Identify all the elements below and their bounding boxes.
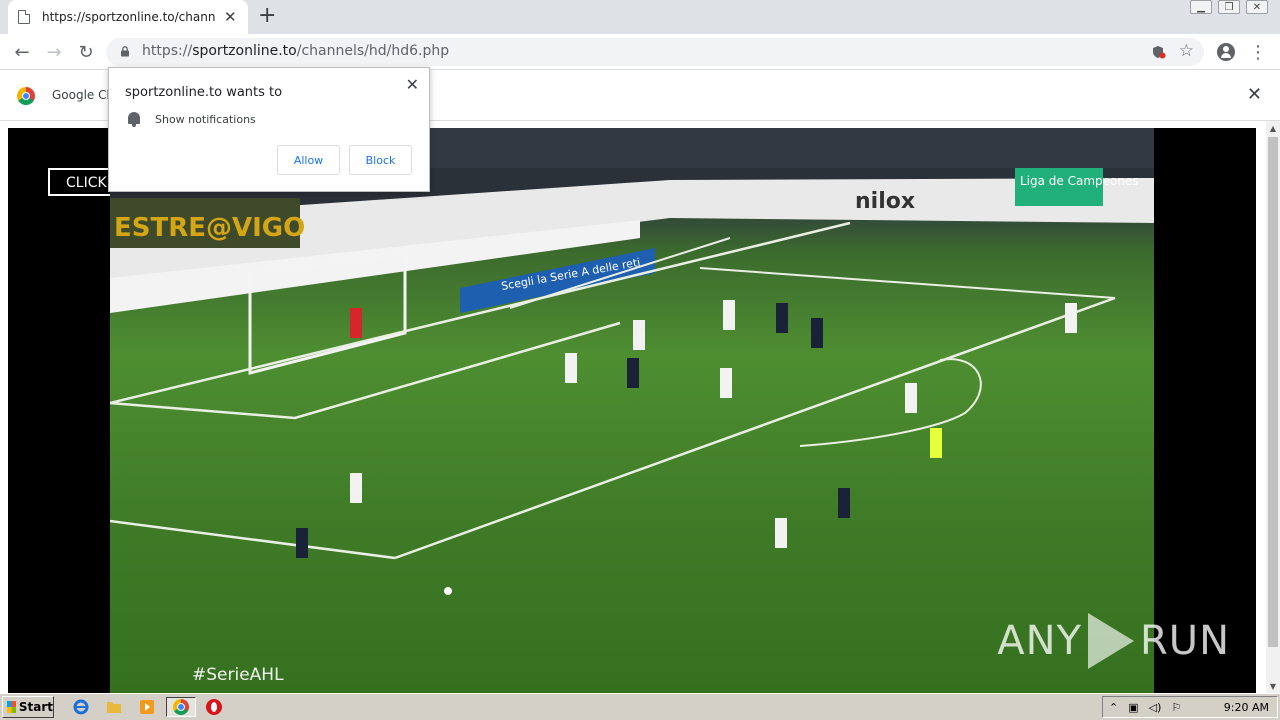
- page-content: CLICK ESTRE@VIGO nilox Scegli la Serie A…: [0, 121, 1266, 693]
- tab-title: https://sportzonline.to/channels/hd/: [42, 10, 216, 24]
- reload-icon[interactable]: ↻: [74, 40, 98, 64]
- allow-button[interactable]: Allow: [277, 145, 340, 175]
- start-button[interactable]: Start: [2, 696, 54, 718]
- window-close-button[interactable]: ✕: [1246, 0, 1268, 14]
- blocked-content-icon[interactable]: [1152, 45, 1166, 59]
- info-bar-close-icon[interactable]: ✕: [1247, 84, 1262, 105]
- forward-icon[interactable]: →: [42, 40, 66, 64]
- board-liga-text: Liga de Campeones: [1020, 174, 1139, 188]
- bookmark-star-icon[interactable]: ☆: [1179, 41, 1194, 61]
- clock: 9:20 AM: [1223, 700, 1269, 714]
- flag-icon[interactable]: ⚐: [1171, 701, 1181, 714]
- scrollbar-thumb[interactable]: [1268, 137, 1278, 647]
- scroll-down-icon[interactable]: ▼: [1266, 679, 1280, 693]
- explorer-folder-icon[interactable]: [103, 697, 125, 717]
- info-bar-message: Google Ch: [52, 88, 115, 102]
- play-icon: [1088, 613, 1134, 669]
- popup-heading: sportzonline.to wants to: [125, 85, 283, 100]
- browser-toolbar: ← → ↻ https://sportzonline.to/channels/h…: [0, 34, 1280, 70]
- window-controls: ▁ ❐ ✕: [1190, 0, 1268, 14]
- minimize-button[interactable]: ▁: [1190, 0, 1212, 14]
- lock-icon[interactable]: [120, 46, 130, 57]
- board-nilox-text: nilox: [855, 189, 915, 214]
- video-player[interactable]: CLICK ESTRE@VIGO nilox Scegli la Serie A…: [8, 128, 1256, 693]
- vertical-scrollbar[interactable]: ▲ ▼: [1266, 121, 1280, 693]
- media-player-icon[interactable]: [136, 697, 158, 717]
- chrome-logo-icon: [17, 87, 35, 105]
- profile-icon[interactable]: [1214, 40, 1238, 64]
- scroll-up-icon[interactable]: ▲: [1266, 121, 1280, 135]
- anyrun-watermark: ANY RUN: [997, 613, 1230, 669]
- ie-icon[interactable]: [70, 697, 92, 717]
- bell-icon: [128, 112, 140, 127]
- popup-close-icon[interactable]: ✕: [406, 75, 419, 94]
- hashtag-overlay: #SerieAHL: [192, 665, 284, 685]
- system-tray: ⌃ ▣ ◁) ⚐ 9:20 AM: [1102, 696, 1278, 718]
- restore-button[interactable]: ❐: [1218, 0, 1240, 14]
- windows-taskbar: Start ⌃ ▣ ◁) ⚐ 9:20 AM: [0, 693, 1280, 720]
- video-frame[interactable]: ESTRE@VIGO nilox Scegli la Serie A delle…: [110, 128, 1154, 693]
- permission-label: Show notifications: [155, 113, 256, 126]
- block-button[interactable]: Block: [349, 145, 412, 175]
- url-text[interactable]: https://sportzonline.to/channels/hd/hd6.…: [142, 43, 449, 59]
- page-icon: [18, 10, 30, 24]
- address-bar[interactable]: https://sportzonline.to/channels/hd/hd6.…: [106, 38, 1204, 66]
- browser-tab[interactable]: https://sportzonline.to/channels/hd/ ✕: [8, 0, 248, 34]
- opera-icon[interactable]: [203, 697, 225, 717]
- board-estrella-text: ESTRE@VIGO: [114, 213, 305, 243]
- volume-icon[interactable]: ◁): [1149, 701, 1162, 714]
- notification-permission-popup: sportzonline.to wants to ✕ Show notifica…: [108, 67, 430, 192]
- football-pitch: ESTRE@VIGO nilox Scegli la Serie A delle…: [110, 128, 1154, 595]
- new-tab-icon[interactable]: +: [258, 5, 276, 27]
- menu-icon[interactable]: ⋮: [1246, 40, 1270, 64]
- tray-expand-icon[interactable]: ⌃: [1109, 701, 1118, 714]
- chrome-taskbar-icon[interactable]: [166, 697, 196, 717]
- tab-close-icon[interactable]: ✕: [224, 9, 237, 25]
- network-icon[interactable]: ▣: [1128, 701, 1138, 714]
- tab-strip: https://sportzonline.to/channels/hd/ ✕ +…: [0, 0, 1280, 34]
- back-icon[interactable]: ←: [10, 40, 34, 64]
- windows-logo-icon: [7, 701, 16, 713]
